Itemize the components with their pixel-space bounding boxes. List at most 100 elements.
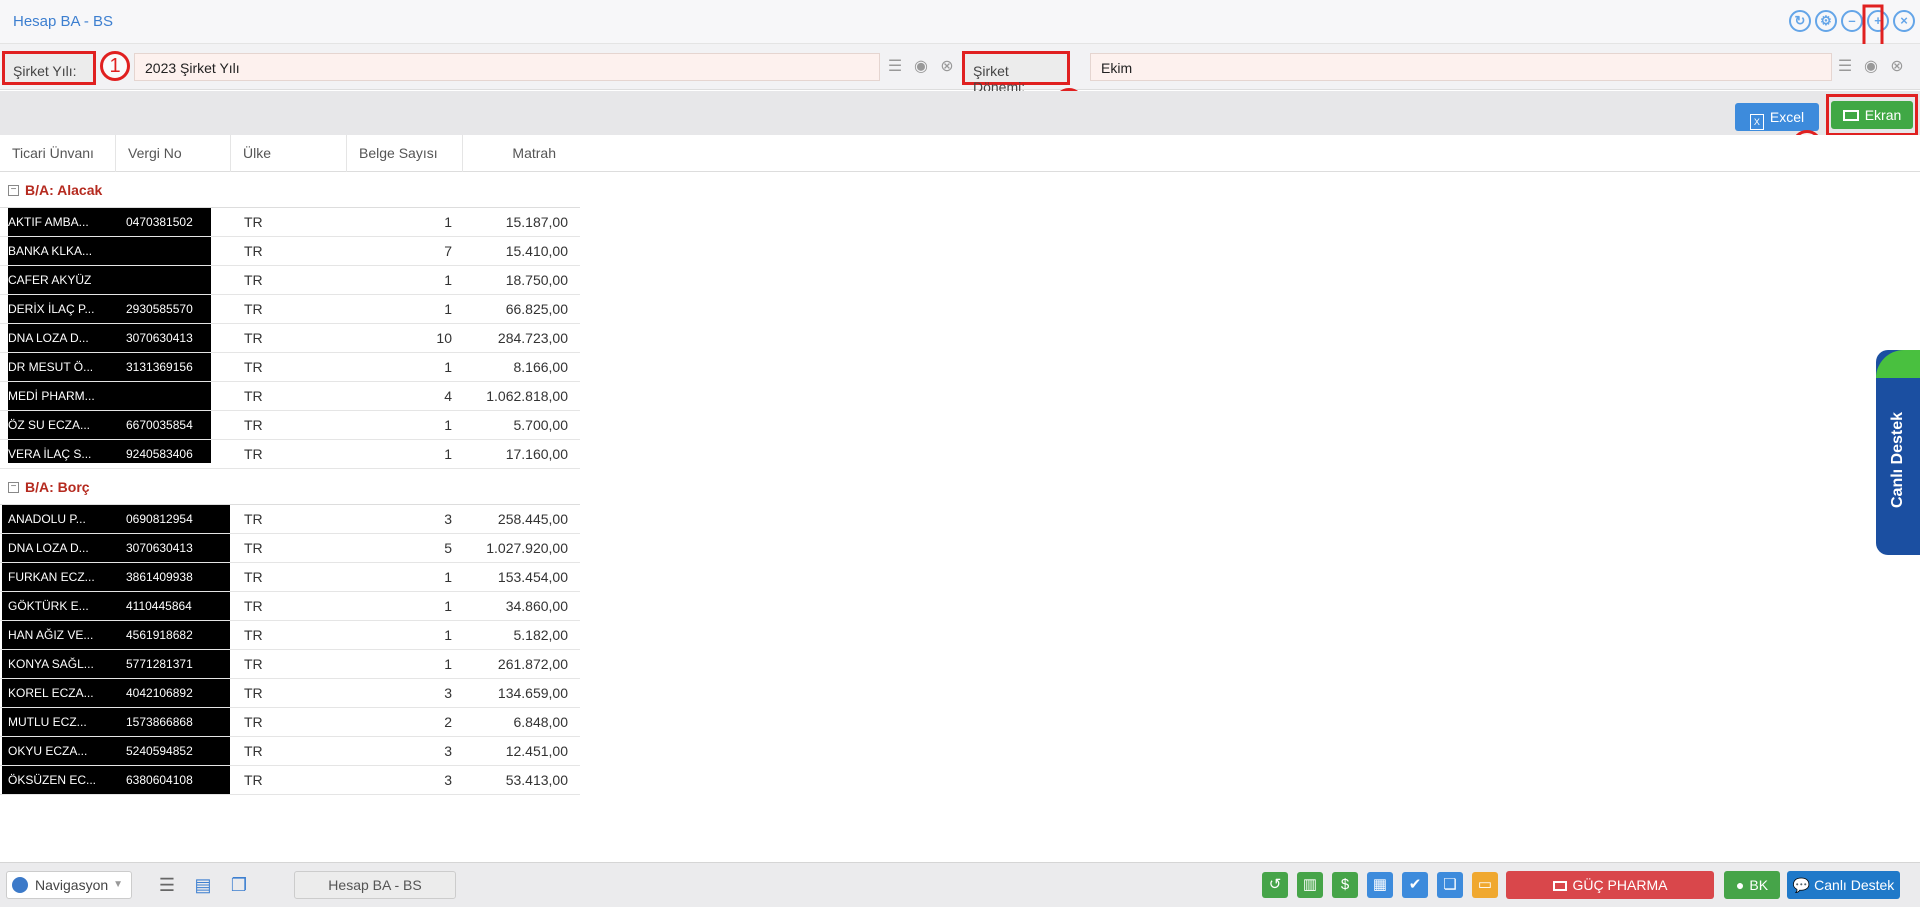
refresh-icon[interactable]: ↻ [1789, 10, 1811, 32]
table-row[interactable]: BANKA KLKA... TR 7 15.410,00 [0, 237, 580, 266]
cell-matrah: 6.848,00 [513, 714, 569, 730]
table-row[interactable]: ÖKSÜZEN EC... 6380604108 TR 3 53.413,00 [0, 766, 580, 795]
table-row[interactable]: CAFER AKYÜZ TR 1 18.750,00 [0, 266, 580, 295]
user-button[interactable]: ● BK [1724, 871, 1780, 899]
history-icon[interactable]: ↺ [1262, 872, 1288, 898]
table-row[interactable]: ANADOLU P... 0690812954 TR 3 258.445,00 [0, 505, 580, 534]
table-row[interactable]: DR MESUT Ö... 3131369156 TR 1 8.166,00 [0, 353, 580, 382]
window-taskbar-button[interactable]: Hesap BA - BS [294, 871, 456, 899]
table-row[interactable]: AKTIF AMBA... 0470381502 TR 1 15.187,00 [0, 208, 580, 237]
cell-matrah: 17.160,00 [505, 446, 568, 462]
support-corner [1876, 350, 1920, 378]
cell-belge: 1 [444, 301, 452, 317]
list-view-icon[interactable]: ☰ [154, 872, 180, 898]
cell-ulke: TR [244, 656, 263, 672]
cell-ulke: TR [244, 743, 263, 759]
cell-ulke: TR [244, 330, 263, 346]
list-icon[interactable]: ☰ [1832, 53, 1858, 81]
live-support-label: Canlı Destek [1889, 411, 1906, 509]
table-row[interactable]: MEDİ PHARM... TR 4 1.062.818,00 [0, 382, 580, 411]
col-ulke[interactable]: Ülke [231, 135, 347, 172]
table-row[interactable]: DNA LOZA D... 3070630413 TR 10 284.723,00 [0, 324, 580, 353]
table-row[interactable]: ÖZ SU ECZA... 6670035854 TR 1 5.700,00 [0, 411, 580, 440]
cell-belge: 1 [444, 359, 452, 375]
cell-vergi: 6380604108 [126, 773, 193, 787]
windows-icon[interactable]: ❐ [226, 872, 252, 898]
monitor-icon[interactable]: ▭ [1472, 872, 1498, 898]
eye-icon[interactable]: ◉ [908, 53, 934, 81]
cell-vergi [126, 266, 226, 294]
cell-belge: 2 [444, 714, 452, 730]
cell-belge: 5 [444, 540, 452, 556]
cell-belge: 1 [444, 272, 452, 288]
clear-icon[interactable]: ⊗ [934, 53, 960, 81]
cell-belge: 3 [444, 685, 452, 701]
cell-belge: 1 [444, 627, 452, 643]
cell-ulke: TR [244, 511, 263, 527]
cell-matrah: 258.445,00 [497, 511, 568, 527]
table-icon[interactable]: ▦ [1367, 872, 1393, 898]
col-belge-sayisi[interactable]: Belge Sayısı [347, 135, 463, 172]
table-row[interactable]: MUTLU ECZ... 1573866868 TR 2 6.848,00 [0, 708, 580, 737]
company-period-input[interactable]: Ekim [1090, 53, 1832, 81]
bar-chart-icon[interactable]: ▥ [1297, 872, 1323, 898]
cell-belge: 3 [444, 743, 452, 759]
ekran-button[interactable]: Ekran [1831, 101, 1913, 129]
cell-belge: 1 [444, 214, 452, 230]
gear-icon[interactable]: ⚙ [1815, 10, 1837, 32]
chat-icon: 💬 [1792, 877, 1811, 893]
check-icon[interactable]: ✔ [1402, 872, 1428, 898]
table-row[interactable]: OKYU ECZA... 5240594852 TR 3 12.451,00 [0, 737, 580, 766]
cell-vergi: 0470381502 [126, 215, 193, 229]
cell-matrah: 284.723,00 [497, 330, 568, 346]
navigation-dropdown[interactable]: Navigasyon ▼ [6, 871, 132, 899]
col-matrah[interactable]: Matrah [463, 135, 580, 172]
cell-belge: 1 [444, 656, 452, 672]
group-header[interactable]: − B/A: Alacak [0, 172, 580, 208]
table-row[interactable]: HAN AĞIZ VE... 4561918682 TR 1 5.182,00 [0, 621, 580, 650]
cell-vergi: 3070630413 [126, 541, 193, 555]
cell-vergi: 9240583406 [126, 447, 193, 461]
collapse-icon[interactable]: − [8, 185, 19, 196]
table-row[interactable]: GÖKTÜRK E... 4110445864 TR 1 34.860,00 [0, 592, 580, 621]
cell-belge: 1 [444, 598, 452, 614]
annotation-1: 1 [100, 51, 130, 81]
table-row[interactable]: DERİX İLAÇ P... 2930585570 TR 1 66.825,00 [0, 295, 580, 324]
table-row[interactable]: KOREL ECZA... 4042106892 TR 3 134.659,00 [0, 679, 580, 708]
company-button[interactable]: GÜÇ PHARMA [1506, 871, 1714, 899]
cell-matrah: 15.410,00 [505, 243, 568, 259]
live-support-tab[interactable]: Canlı Destek [1876, 350, 1920, 555]
monitor-icon [1842, 110, 1859, 121]
company-year-input[interactable]: 2023 Şirket Yılı [134, 53, 880, 81]
table-row[interactable]: KONYA SAĞL... 5771281371 TR 1 261.872,00 [0, 650, 580, 679]
excel-button[interactable]: X Excel [1735, 103, 1819, 131]
col-vergi-no[interactable]: Vergi No [116, 135, 231, 172]
group-header[interactable]: − B/A: Borç [0, 469, 580, 505]
cell-matrah: 1.027.920,00 [486, 540, 568, 556]
globe-icon [12, 877, 28, 893]
cell-belge: 3 [444, 772, 452, 788]
cell-matrah: 18.750,00 [505, 272, 568, 288]
clear-icon[interactable]: ⊗ [1884, 53, 1910, 81]
copy-icon[interactable]: ❏ [1437, 872, 1463, 898]
cell-vergi: 4561918682 [126, 628, 193, 642]
close-icon[interactable]: × [1893, 10, 1915, 32]
cell-matrah: 15.187,00 [505, 214, 568, 230]
cell-ulke: TR [244, 627, 263, 643]
group-title: B/A: Alacak [25, 182, 103, 198]
table-row[interactable]: DNA LOZA D... 3070630413 TR 5 1.027.920,00 [0, 534, 580, 563]
col-ticari-unvani[interactable]: Ticari Ünvanı [0, 135, 116, 172]
table-row[interactable]: FURKAN ECZ... 3861409938 TR 1 153.454,00 [0, 563, 580, 592]
table-row[interactable]: VERA İLAÇ S... 9240583406 TR 1 17.160,00 [0, 440, 580, 469]
eye-icon[interactable]: ◉ [1858, 53, 1884, 81]
collapse-icon[interactable]: − [8, 482, 19, 493]
list-icon[interactable]: ☰ [882, 53, 908, 81]
split-view-icon[interactable]: ▤ [190, 872, 216, 898]
cell-ulke: TR [244, 714, 263, 730]
cell-matrah: 261.872,00 [497, 656, 568, 672]
cell-vergi [126, 237, 226, 265]
live-support-button[interactable]: 💬 Canlı Destek [1787, 871, 1900, 899]
cell-ulke: TR [244, 569, 263, 585]
money-icon[interactable]: $ [1332, 872, 1358, 898]
cell-belge: 4 [444, 388, 452, 404]
